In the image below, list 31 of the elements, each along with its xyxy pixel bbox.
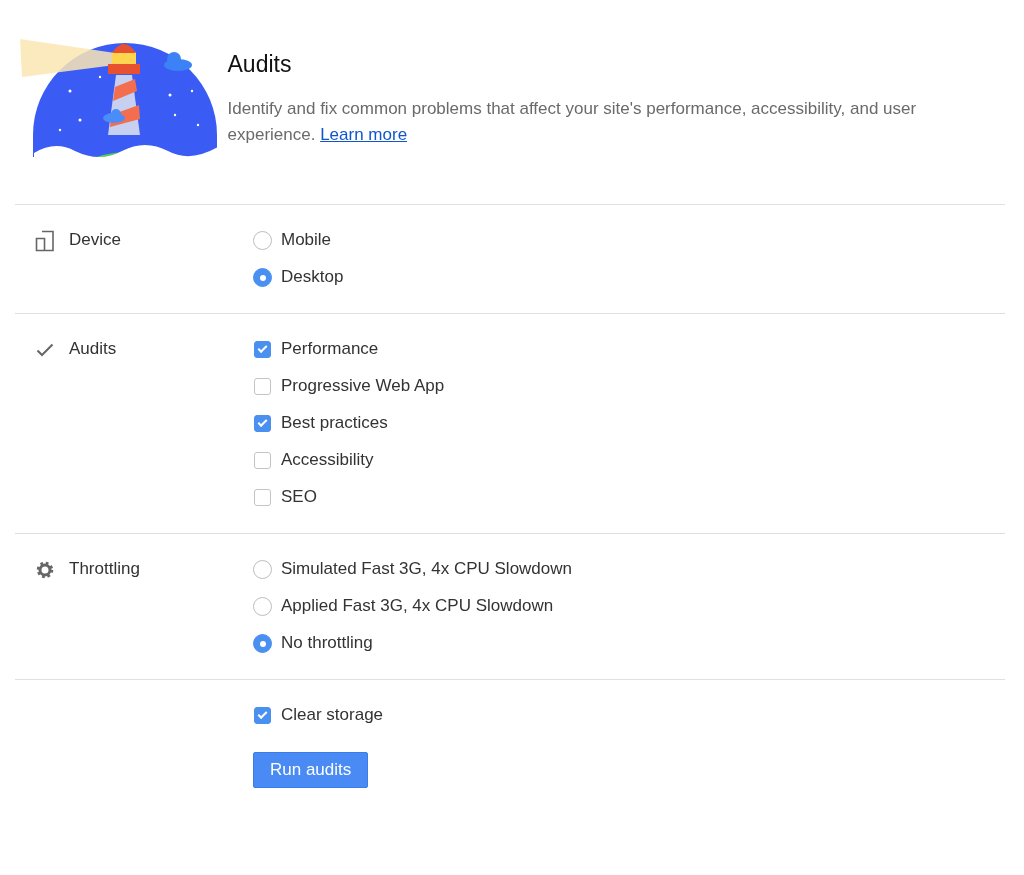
radio-button[interactable] (253, 560, 272, 579)
checkbox[interactable] (254, 415, 271, 432)
option-label: Desktop (281, 267, 344, 288)
option-label: Performance (281, 339, 379, 360)
option-label: No throttling (281, 633, 373, 654)
description: Identify and fix common problems that affect your site's performance, accessibility, and user experience. Learn more (227, 97, 918, 146)
checkbox[interactable] (254, 378, 271, 395)
option-label: Best practices (281, 413, 388, 434)
panel-title: Audits (227, 50, 293, 79)
option-label: SEO (281, 487, 317, 508)
checkbox[interactable] (254, 707, 271, 724)
checkbox[interactable] (254, 489, 271, 506)
section-label: Audits (69, 339, 117, 360)
option-label: Progressive Web App (281, 376, 445, 397)
section-label: Device (69, 230, 121, 251)
learn-more-link[interactable]: Learn more (320, 124, 408, 144)
radio-button[interactable] (253, 597, 272, 616)
option-label: Applied Fast 3G, 4x CPU Slowdown (281, 596, 554, 617)
device-icon (35, 229, 55, 252)
option-label: Mobile (281, 230, 332, 251)
radio-button[interactable] (253, 268, 272, 287)
option-label: Accessibility (281, 450, 374, 471)
option-label: Clear storage (281, 705, 384, 726)
settings-icon (35, 559, 55, 580)
radio-button[interactable] (253, 231, 272, 250)
radio-button[interactable] (253, 634, 272, 653)
checkmark-icon (36, 342, 54, 357)
checkbox[interactable] (254, 341, 271, 358)
section-label: Throttling (69, 559, 140, 580)
checkbox[interactable] (254, 452, 271, 469)
option-label: Simulated Fast 3G, 4x CPU Slowdown (281, 559, 572, 580)
